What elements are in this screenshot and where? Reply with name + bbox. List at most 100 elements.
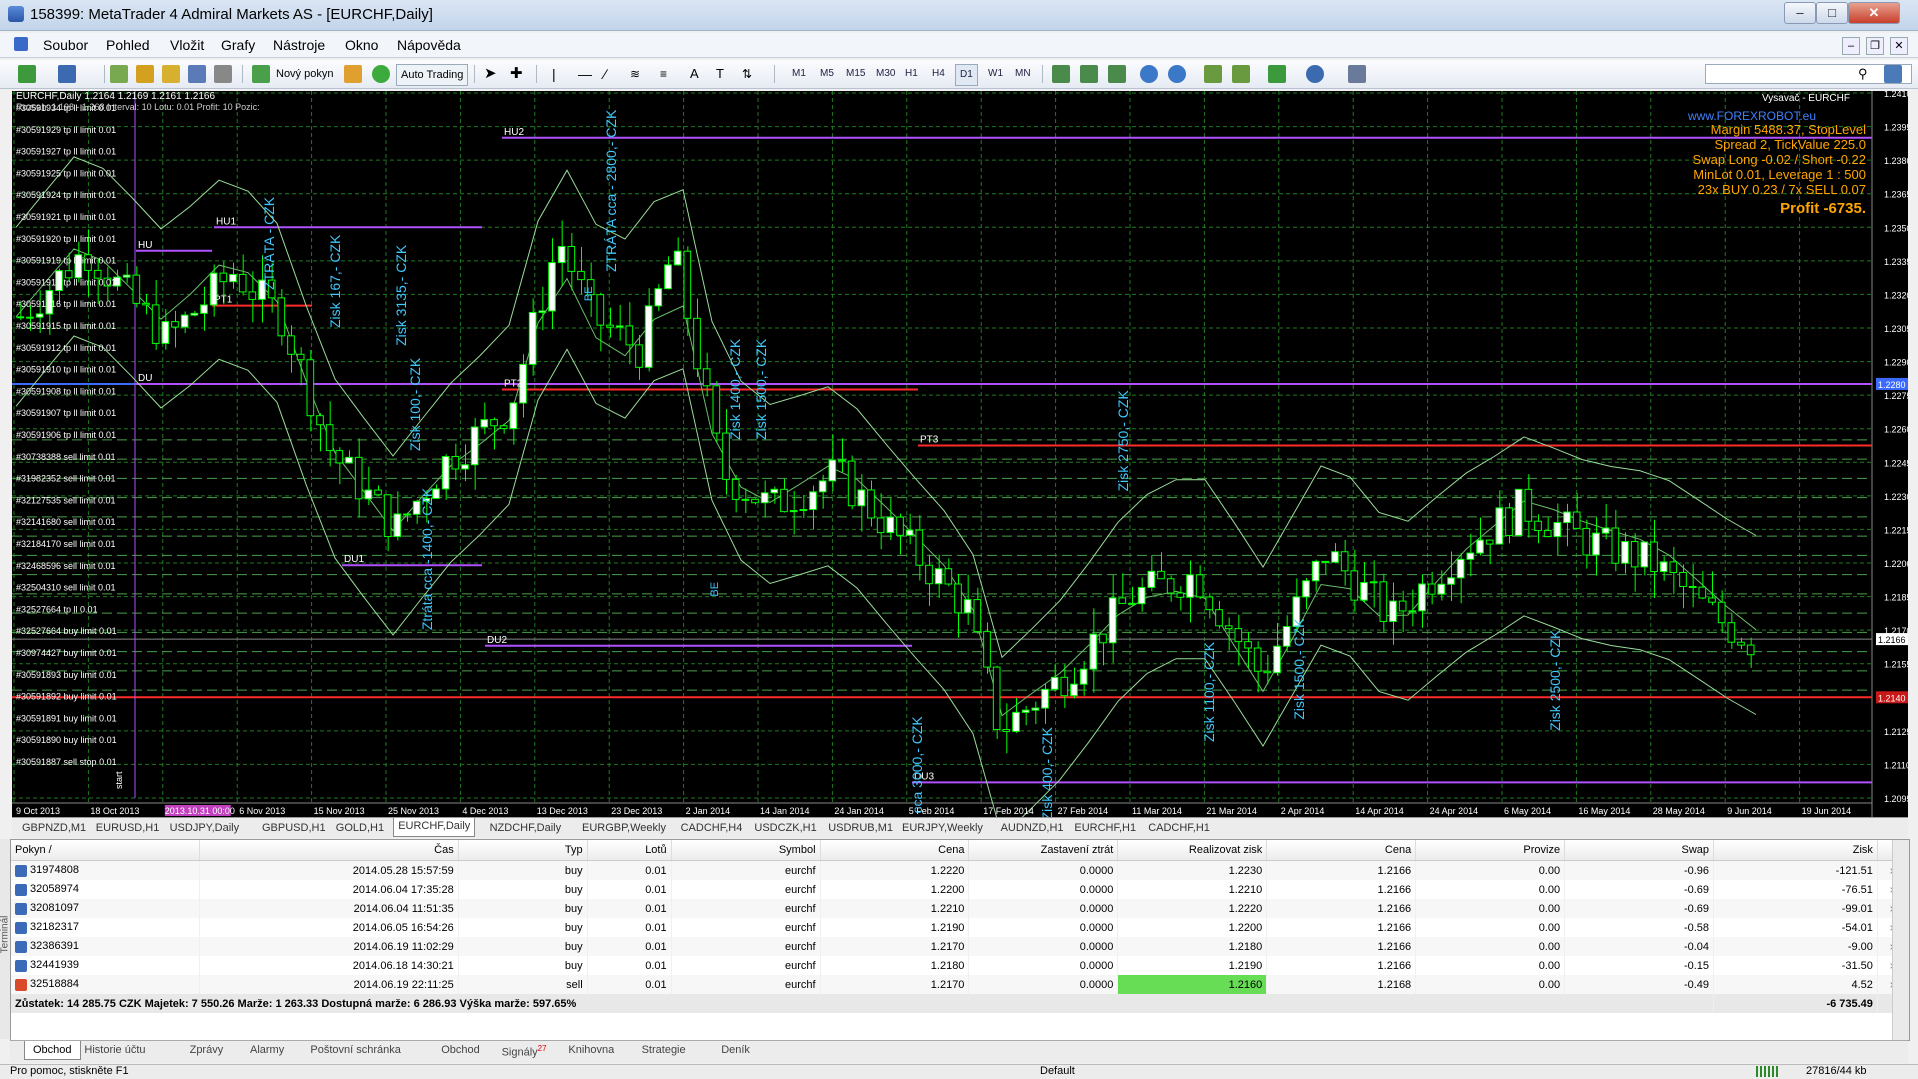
column-header[interactable]: Cena <box>1266 840 1417 861</box>
table-row[interactable]: 32441939 2014.06.18 14:30:21 buy 0.01 eurchf… <box>11 956 1910 975</box>
column-header[interactable]: Čas <box>199 840 459 861</box>
column-header[interactable]: Pokyn / <box>11 840 200 861</box>
chart-tab[interactable]: EURGBP,Weekly <box>578 820 670 836</box>
templates-icon[interactable] <box>1348 65 1366 83</box>
data-window-icon[interactable] <box>136 65 154 83</box>
table-row[interactable]: 32518884 2014.06.19 22:11:25 sell 0.01 eurch… <box>11 975 1910 994</box>
zoom-out-icon[interactable] <box>1168 65 1186 83</box>
menu-vlozit[interactable]: Vložit <box>170 37 204 53</box>
terminal-tab[interactable]: Zprávy <box>190 1044 224 1056</box>
chart-tab[interactable]: USDJPY,Daily <box>166 820 244 836</box>
chart-tab[interactable]: GOLD,H1 <box>332 820 388 836</box>
column-header[interactable]: Cena <box>820 840 970 861</box>
table-row[interactable]: 32182317 2014.06.05 16:54:26 buy 0.01 eurchf… <box>11 918 1910 937</box>
chat-icon[interactable] <box>1884 65 1902 83</box>
new-chart-icon[interactable] <box>18 65 36 83</box>
horizontal-line-icon[interactable]: — <box>578 64 592 84</box>
timeframe-m1[interactable]: M1 <box>792 64 806 84</box>
periods-icon[interactable] <box>1306 65 1324 83</box>
vertical-line-icon[interactable]: | <box>552 64 556 84</box>
channel-icon[interactable]: ≋ <box>630 64 640 84</box>
new-order-button[interactable]: Nový pokyn <box>276 64 333 84</box>
timeframe-mn[interactable]: MN <box>1015 64 1031 84</box>
terminal-icon[interactable] <box>188 65 206 83</box>
menu-napoveda[interactable]: Nápověda <box>397 37 461 53</box>
maximize-button[interactable]: □ <box>1816 2 1848 24</box>
minimize-button[interactable]: – <box>1784 2 1816 24</box>
chart-tab[interactable]: GBPNZD,M1 <box>18 820 90 836</box>
timeframe-d1[interactable]: D1 <box>955 64 978 86</box>
table-row[interactable]: 32058974 2014.06.04 17:35:28 buy 0.01 eurchf… <box>11 880 1910 899</box>
crosshair-icon[interactable]: ✚ <box>510 64 523 84</box>
cursor-icon[interactable]: ➤ <box>484 64 497 84</box>
column-header[interactable]: Symbol <box>671 840 821 861</box>
navigator-icon[interactable] <box>162 65 180 83</box>
mdi-minimize-button[interactable]: – <box>1842 37 1860 55</box>
chart-tab[interactable]: AUDNZD,H1 <box>997 820 1068 836</box>
close-button[interactable]: ✕ <box>1848 2 1900 24</box>
timeframe-w1[interactable]: W1 <box>988 64 1003 84</box>
column-header[interactable]: Lotů <box>587 840 672 861</box>
line-chart-icon[interactable] <box>1108 65 1126 83</box>
chart-tab[interactable]: EURJPY,Weekly <box>898 820 987 836</box>
chart-tab[interactable]: USDRUB,M1 <box>824 820 897 836</box>
text-icon[interactable]: A <box>690 64 699 84</box>
chart-tab[interactable]: NZDCHF,Daily <box>486 820 566 836</box>
profiles-icon[interactable] <box>58 65 76 83</box>
chart-tab[interactable]: USDCZK,H1 <box>750 820 820 836</box>
auto-trading-button[interactable]: Auto Trading <box>396 64 469 86</box>
chart-tab[interactable]: CADCHF,H1 <box>1144 820 1214 836</box>
timeframe-m30[interactable]: M30 <box>876 64 895 84</box>
table-row[interactable]: 31974808 2014.05.28 15:57:59 buy 0.01 eurchf… <box>11 860 1910 880</box>
chart-shift-icon[interactable] <box>1232 65 1250 83</box>
terminal-tab[interactable]: Obchod <box>441 1044 480 1056</box>
chart-tab[interactable]: GBPUSD,H1 <box>258 820 330 836</box>
menu-nastroje[interactable]: Nástroje <box>273 37 325 53</box>
bar-chart-icon[interactable] <box>1052 65 1070 83</box>
column-header[interactable]: Provize <box>1415 840 1566 861</box>
menu-pohled[interactable]: Pohled <box>106 37 150 53</box>
terminal-tab[interactable]: Deník <box>721 1044 750 1056</box>
auto-scroll-icon[interactable] <box>1204 65 1222 83</box>
terminal-tab[interactable]: Poštovní schránka <box>310 1044 401 1056</box>
chart-tab[interactable]: EURUSD,H1 <box>92 820 164 836</box>
price-chart[interactable]: 1.2410 1.2395 1.2380 1.2365 1.2350 1.2335 1.23… <box>12 91 1908 817</box>
market-watch-icon[interactable] <box>110 65 128 83</box>
column-header[interactable]: Zisk <box>1713 840 1878 861</box>
column-header[interactable]: Typ <box>458 840 588 861</box>
chart-tab[interactable]: EURCHF,Daily <box>393 818 476 837</box>
chart-tab[interactable]: CADCHF,H4 <box>677 820 747 836</box>
terminal-tab[interactable]: Obchod <box>24 1041 81 1060</box>
zoom-in-icon[interactable] <box>1140 65 1158 83</box>
menu-okno[interactable]: Okno <box>345 37 378 53</box>
column-header[interactable]: Zastavení ztrát <box>968 840 1119 861</box>
chart-tab[interactable]: EURCHF,H1 <box>1070 820 1140 836</box>
mdi-restore-button[interactable]: ❐ <box>1866 37 1884 55</box>
menu-grafy[interactable]: Grafy <box>221 37 255 53</box>
timeframe-h1[interactable]: H1 <box>905 64 918 84</box>
trendline-icon[interactable]: ∕ <box>604 64 606 84</box>
terminal-tab[interactable]: Alarmy <box>250 1044 284 1056</box>
timeframe-h4[interactable]: H4 <box>932 64 945 84</box>
column-header[interactable]: Realizovat zisk <box>1117 840 1268 861</box>
search-icon[interactable]: ⚲ <box>1858 64 1868 84</box>
metaeditor-icon[interactable] <box>344 65 362 83</box>
terminal-scrollbar[interactable] <box>1892 840 1909 1040</box>
search-input[interactable] <box>1705 64 1912 84</box>
terminal-tab[interactable]: Signály27 <box>502 1044 547 1059</box>
column-header[interactable]: Swap <box>1564 840 1715 861</box>
strategy-tester-icon[interactable] <box>214 65 232 83</box>
mdi-close-button[interactable]: ✕ <box>1890 37 1908 55</box>
menu-soubor[interactable]: Soubor <box>43 37 88 53</box>
terminal-tab[interactable]: Knihovna <box>568 1044 614 1056</box>
timeframe-m15[interactable]: M15 <box>846 64 865 84</box>
table-row[interactable]: 32386391 2014.06.19 11:02:29 buy 0.01 eurchf… <box>11 937 1910 956</box>
table-row[interactable]: 32081097 2014.06.04 11:51:35 buy 0.01 eurchf… <box>11 899 1910 918</box>
candlestick-icon[interactable] <box>1080 65 1098 83</box>
fibonacci-icon[interactable]: ≡ <box>660 64 667 84</box>
arrows-icon[interactable]: ⇅ <box>742 64 752 84</box>
text-label-icon[interactable]: T <box>716 64 724 84</box>
indicators-icon[interactable] <box>1268 65 1286 83</box>
terminal-tab[interactable]: Historie účtu <box>84 1044 145 1056</box>
terminal-tab[interactable]: Strategie <box>642 1044 686 1056</box>
